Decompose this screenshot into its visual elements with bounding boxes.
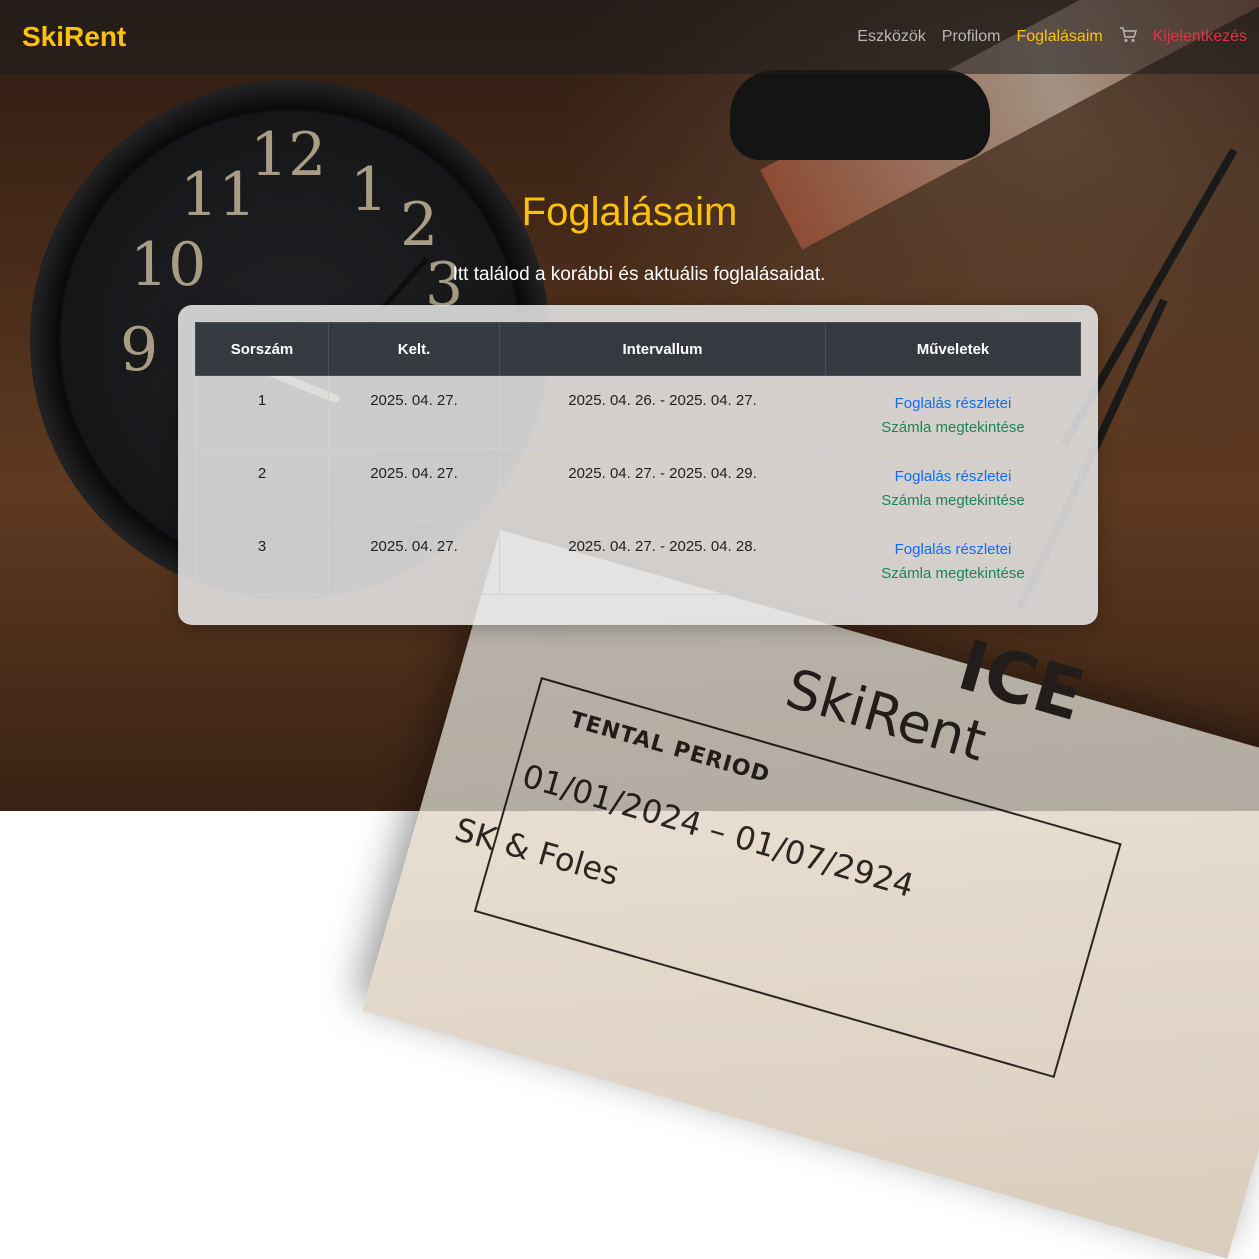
cell-number: 3: [195, 521, 329, 595]
page-title: Foglalásaim: [521, 190, 738, 234]
nav-item-foglalasaim[interactable]: Foglalásaim: [1016, 28, 1102, 46]
column-header-sorszam: Sorszám: [195, 322, 329, 376]
column-header-muveletek: Műveletek: [825, 322, 1081, 376]
bookings-card: Sorszám Kelt. Intervallum Műveletek 1 20…: [178, 305, 1098, 625]
logout-link[interactable]: Kijelentkezés: [1153, 28, 1247, 46]
cell-number: 2: [195, 448, 329, 522]
booking-details-link[interactable]: Foglalás részletei: [827, 392, 1079, 416]
nav-item-eszkozok[interactable]: Eszközök: [857, 28, 925, 46]
navbar: SkiRent Eszközök Profilom Foglalásaim Ki…: [0, 0, 1259, 74]
cell-number: 1: [195, 375, 329, 449]
nav-item-profilom[interactable]: Profilom: [942, 28, 1001, 46]
cell-interval: 2025. 04. 27. - 2025. 04. 28.: [499, 521, 826, 595]
column-header-intervallum: Intervallum: [499, 322, 826, 376]
cell-date: 2025. 04. 27.: [328, 375, 500, 449]
brand-logo[interactable]: SkiRent: [22, 21, 126, 53]
table-row: 2 2025. 04. 27. 2025. 04. 27. - 2025. 04…: [195, 448, 1081, 522]
table-row: 3 2025. 04. 27. 2025. 04. 27. - 2025. 04…: [195, 521, 1081, 595]
table-header-row: Sorszám Kelt. Intervallum Műveletek: [195, 322, 1081, 376]
cell-date: 2025. 04. 27.: [328, 448, 500, 522]
cell-actions: Foglalás részletei Számla megtekintése: [825, 448, 1081, 522]
view-invoice-link[interactable]: Számla megtekintése: [827, 562, 1079, 586]
booking-details-link[interactable]: Foglalás részletei: [827, 465, 1079, 489]
page-subtitle: Itt találod a korábbi és aktuális foglal…: [452, 264, 826, 285]
nav-links: Eszközök Profilom Foglalásaim Kijelentke…: [857, 26, 1247, 48]
cell-actions: Foglalás részletei Számla megtekintése: [825, 375, 1081, 449]
column-header-kelt: Kelt.: [328, 322, 500, 376]
view-invoice-link[interactable]: Számla megtekintése: [827, 416, 1079, 440]
cart-icon[interactable]: [1119, 26, 1137, 48]
cell-interval: 2025. 04. 26. - 2025. 04. 27.: [499, 375, 826, 449]
cell-date: 2025. 04. 27.: [328, 521, 500, 595]
cell-actions: Foglalás részletei Számla megtekintése: [825, 521, 1081, 595]
cell-interval: 2025. 04. 27. - 2025. 04. 29.: [499, 448, 826, 522]
table-row: 1 2025. 04. 27. 2025. 04. 26. - 2025. 04…: [195, 375, 1081, 449]
view-invoice-link[interactable]: Számla megtekintése: [827, 489, 1079, 513]
booking-details-link[interactable]: Foglalás részletei: [827, 538, 1079, 562]
bookings-table: Sorszám Kelt. Intervallum Műveletek 1 20…: [195, 322, 1081, 595]
